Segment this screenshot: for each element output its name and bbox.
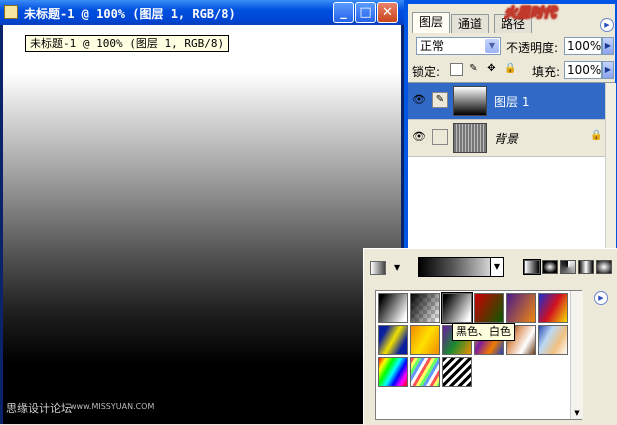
document-title: 未标题-1 @ 100% (图层 1, RGB/8) — [24, 7, 236, 21]
document-window: 未标题-1 @ 100% (图层 1, RGB/8) _ □ ✕ 未标题-1 @… — [0, 0, 404, 424]
swatch-scrollbar[interactable]: ▼ — [570, 291, 583, 419]
gradient-dropdown-arrow-icon[interactable]: ▼ — [490, 257, 504, 277]
lock-transparency-icon[interactable] — [450, 63, 463, 76]
gradient-swatch[interactable] — [506, 293, 536, 323]
gradient-swatch[interactable] — [410, 325, 440, 355]
gradient-swatch[interactable] — [441, 292, 473, 324]
gradient-swatch[interactable] — [442, 357, 472, 387]
site-logo: 火星时代 — [504, 3, 594, 25]
gradient-swatch[interactable] — [378, 325, 408, 355]
document-title-bar[interactable]: 未标题-1 @ 100% (图层 1, RGB/8) _ □ ✕ — [0, 0, 404, 25]
lock-move-icon[interactable]: ✥ — [486, 63, 497, 74]
angle-gradient-icon[interactable] — [560, 260, 576, 274]
blend-row: 正常 ▼ 不透明度: 100% ▶ — [408, 35, 615, 57]
swatch-tooltip: 黑色、白色 — [452, 323, 515, 341]
chevron-down-icon[interactable]: ▼ — [485, 39, 499, 53]
scroll-down-icon[interactable]: ▼ — [571, 407, 583, 419]
tab-channels[interactable]: 通道 — [451, 14, 490, 33]
layer-name: 图层 1 — [494, 95, 530, 109]
gradient-swatch[interactable] — [410, 357, 440, 387]
layers-panel-body: 图层 通道 路径 ▶ 正常 ▼ 不透明度: 100% ▶ 锁定: ✎ ✥ 🔒 填… — [408, 4, 616, 249]
diamond-gradient-icon[interactable] — [596, 260, 612, 274]
gradient-swatch-grid: ▼ — [375, 290, 583, 420]
watermark-url: www.MISSYUAN.COM — [70, 402, 155, 411]
layer-name: 背景 — [494, 132, 519, 146]
close-button[interactable]: ✕ — [377, 2, 398, 23]
linear-gradient-icon[interactable] — [523, 259, 541, 275]
gradient-swatch[interactable] — [474, 293, 504, 323]
gradient-swatch[interactable] — [410, 293, 440, 323]
fill-slider-arrow-icon[interactable]: ▶ — [602, 61, 614, 79]
svg-text:火星时代: 火星时代 — [504, 5, 558, 21]
fill-label: 填充: — [532, 65, 561, 79]
maximize-button[interactable]: □ — [355, 2, 376, 23]
opacity-slider-arrow-icon[interactable]: ▶ — [602, 37, 614, 55]
minimize-button[interactable]: _ — [333, 2, 354, 23]
opacity-label: 不透明度: — [506, 41, 559, 55]
link-box[interactable] — [432, 129, 448, 145]
document-tooltip: 未标题-1 @ 100% (图层 1, RGB/8) — [25, 35, 230, 52]
gradient-swatch[interactable] — [538, 293, 568, 323]
document-icon — [4, 5, 18, 19]
lock-brush-icon[interactable]: ✎ — [468, 63, 479, 74]
reflected-gradient-icon[interactable] — [578, 260, 594, 274]
blend-mode-value: 正常 — [420, 39, 445, 53]
layer-row-background[interactable]: 👁 背景 🔒 — [408, 120, 605, 157]
layer-row-layer-1[interactable]: 👁 ✎ 图层 1 — [408, 83, 605, 120]
chevron-down-icon[interactable]: ▼ — [394, 263, 400, 272]
layer-list: 👁 ✎ 图层 1 👁 背景 🔒 — [408, 82, 616, 249]
tab-layers[interactable]: 图层 — [412, 12, 451, 33]
gradient-swatch[interactable] — [378, 357, 408, 387]
opacity-input[interactable]: 100% — [564, 37, 602, 55]
watermark-text: 思缘设计论坛 — [6, 402, 72, 415]
fill-input[interactable]: 100% — [564, 61, 602, 79]
radial-gradient-icon[interactable] — [542, 260, 558, 274]
gradient-picker-popup: ▼ ▼ ▶ ▼ 黑色、白色 — [363, 248, 617, 425]
layer-thumbnail — [453, 86, 487, 116]
blend-mode-select[interactable]: 正常 ▼ — [416, 37, 501, 55]
layer-list-scrollbar[interactable] — [605, 83, 616, 249]
picker-menu-icon[interactable]: ▶ — [594, 291, 608, 305]
lock-label: 锁定: — [412, 65, 441, 79]
lock-all-icon[interactable]: 🔒 — [504, 63, 516, 74]
layers-panel: 图层 通道 路径 ▶ 正常 ▼ 不透明度: 100% ▶ 锁定: ✎ ✥ 🔒 填… — [404, 0, 617, 249]
layer-thumbnail — [453, 123, 487, 153]
panel-menu-icon[interactable]: ▶ — [600, 18, 614, 32]
gradient-swatch[interactable] — [378, 293, 408, 323]
gradient-canvas[interactable] — [3, 25, 401, 424]
eye-icon[interactable]: 👁 — [412, 93, 426, 107]
gradient-preset-sample[interactable] — [370, 261, 386, 275]
gradient-swatch[interactable] — [538, 325, 568, 355]
lock-icon: 🔒 — [590, 130, 603, 141]
lock-row: 锁定: ✎ ✥ 🔒 填充: 100% ▶ — [408, 59, 615, 81]
eye-icon[interactable]: 👁 — [412, 130, 426, 144]
brush-icon[interactable]: ✎ — [432, 92, 448, 108]
